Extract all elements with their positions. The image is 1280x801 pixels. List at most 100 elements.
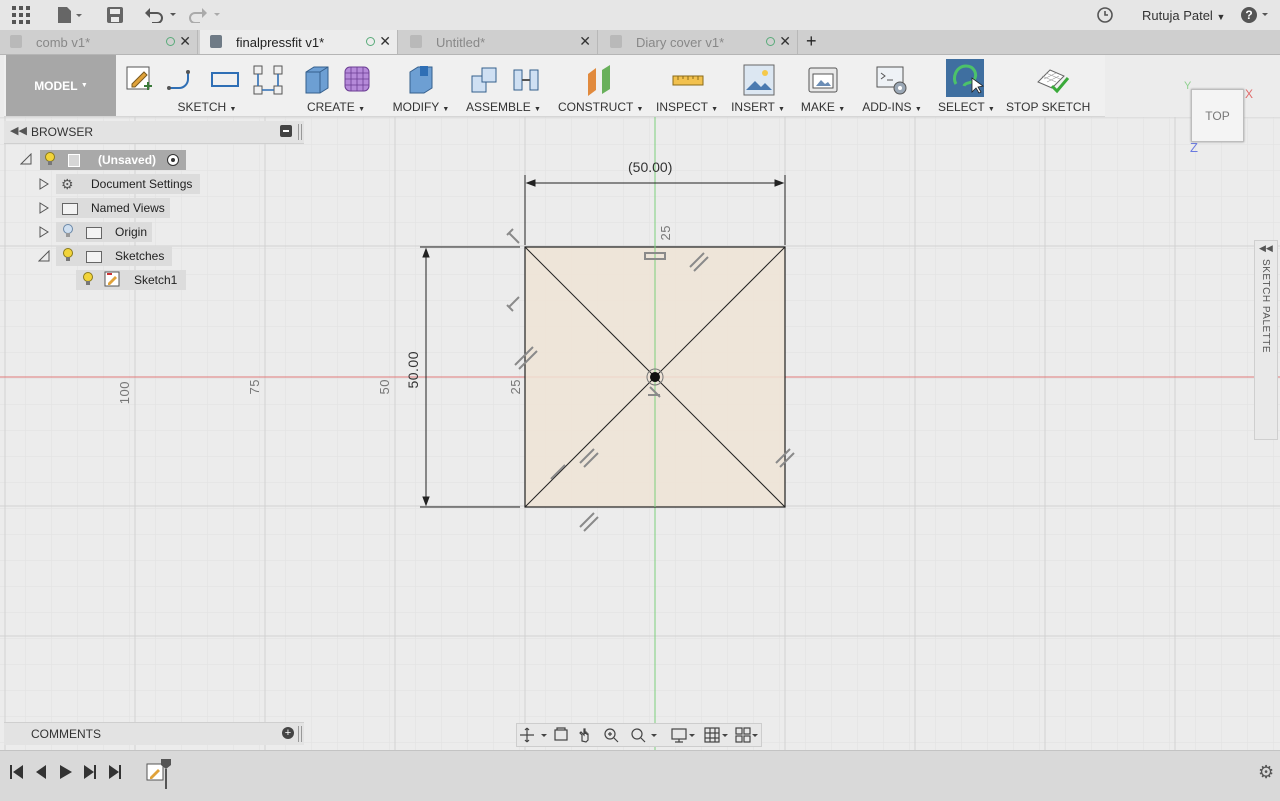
expand-triangle-icon[interactable] xyxy=(38,178,50,193)
help-icon[interactable]: ? xyxy=(1240,5,1270,25)
offset-plane-icon[interactable] xyxy=(584,64,614,96)
minimize-panel-icon[interactable] xyxy=(280,125,292,137)
go-to-start-icon[interactable] xyxy=(8,761,26,785)
joint-icon[interactable] xyxy=(510,64,540,94)
tab-label: Diary cover v1* xyxy=(636,34,725,50)
sketch-dimension-icon[interactable] xyxy=(252,64,283,95)
rectangle-icon[interactable] xyxy=(210,64,240,94)
gear-icon[interactable]: ⚙ xyxy=(1258,762,1274,783)
display-settings-icon[interactable] xyxy=(669,724,697,746)
close-icon[interactable]: ✕ xyxy=(779,33,791,50)
lightbulb-icon[interactable] xyxy=(62,247,74,265)
inspect-menu[interactable]: INSPECT ▼ xyxy=(656,100,719,114)
chevron-down-icon: ▼ xyxy=(711,106,719,113)
tab-diary-cover[interactable]: Diary cover v1* ✕ xyxy=(600,30,798,54)
browser-item-sketch1[interactable]: Sketch1 xyxy=(76,270,186,290)
new-tab-button[interactable]: + xyxy=(806,31,817,52)
browser-title: BROWSER xyxy=(31,125,94,139)
form-icon[interactable] xyxy=(342,64,372,94)
insert-label: INSERT xyxy=(731,100,775,114)
lightbulb-icon[interactable] xyxy=(44,151,56,169)
collapse-panel-icon[interactable]: ◀◀ xyxy=(10,124,27,137)
lightbulb-icon[interactable] xyxy=(82,271,94,289)
panel-grip-icon[interactable] xyxy=(298,124,302,140)
expand-panel-icon[interactable]: ◀◀ xyxy=(1259,243,1273,254)
svg-text:?: ? xyxy=(1245,8,1252,22)
grid-settings-icon[interactable] xyxy=(703,724,731,746)
modify-group: MODIFY ▼ xyxy=(392,55,450,116)
sketch-palette-collapsed[interactable]: ◀◀ SKETCH PALETTE xyxy=(1254,240,1278,440)
play-icon[interactable] xyxy=(58,761,76,785)
construct-menu[interactable]: CONSTRUCT ▼ xyxy=(558,100,643,114)
3d-print-icon[interactable] xyxy=(807,64,838,94)
tab-untitled[interactable]: Untitled* ✕ xyxy=(400,30,598,54)
assemble-menu[interactable]: ASSEMBLE ▼ xyxy=(466,100,541,114)
step-forward-icon[interactable] xyxy=(82,761,100,785)
dimension-value-top[interactable]: (50.00) xyxy=(628,159,672,175)
clock-icon[interactable] xyxy=(1096,5,1114,25)
look-at-icon[interactable] xyxy=(553,724,571,746)
line-icon[interactable] xyxy=(166,64,196,94)
user-menu[interactable]: Rutuja Patel ▼ xyxy=(1142,8,1225,23)
create-sketch-icon[interactable] xyxy=(124,64,154,94)
expand-triangle-icon[interactable] xyxy=(38,202,50,217)
browser-item-sketches[interactable]: Sketches xyxy=(56,246,172,266)
zoom-icon[interactable] xyxy=(603,724,621,746)
file-icon[interactable] xyxy=(56,5,84,25)
redo-icon[interactable] xyxy=(188,5,222,25)
viewcube[interactable]: Y X Z TOP xyxy=(1182,80,1262,160)
lightbulb-off-icon[interactable] xyxy=(62,223,74,241)
document-icon xyxy=(210,35,222,48)
pan-hand-icon[interactable] xyxy=(577,724,593,746)
browser-item-document-settings[interactable]: ⚙ Document Settings xyxy=(56,174,200,194)
viewports-icon[interactable] xyxy=(733,724,761,746)
sketch-menu[interactable]: SKETCH ▼ xyxy=(122,100,292,114)
add-comment-icon[interactable]: + xyxy=(282,727,294,739)
timeline-marker[interactable] xyxy=(161,759,171,789)
document-icon xyxy=(610,35,622,48)
close-icon[interactable]: ✕ xyxy=(179,33,191,50)
insert-menu[interactable]: INSERT ▼ xyxy=(730,100,786,114)
panel-grip-icon[interactable] xyxy=(298,726,302,742)
expanded-triangle-icon[interactable] xyxy=(19,152,32,165)
close-icon[interactable]: ✕ xyxy=(579,33,591,50)
sketch-canvas[interactable]: (50.00) 50.00 100 75 50 25 25 xyxy=(0,117,1280,750)
save-icon[interactable] xyxy=(106,5,124,25)
select-menu[interactable]: SELECT ▼ xyxy=(938,100,995,114)
select-tool-icon[interactable] xyxy=(950,62,984,94)
browser-item-origin[interactable]: Origin xyxy=(56,222,152,242)
center-point[interactable] xyxy=(650,372,660,382)
insert-image-icon[interactable] xyxy=(743,64,775,96)
addins-menu[interactable]: ADD-INS ▼ xyxy=(862,100,922,114)
chevron-down-icon: ▼ xyxy=(358,106,366,113)
modify-menu[interactable]: MODIFY ▼ xyxy=(392,100,450,114)
go-to-end-icon[interactable] xyxy=(107,761,125,785)
tab-comb[interactable]: comb v1* ✕ xyxy=(0,30,198,54)
press-pull-icon[interactable] xyxy=(406,64,436,94)
workspace-switcher[interactable]: MODEL ▼ xyxy=(6,55,116,116)
dimension-value-left[interactable]: 50.00 xyxy=(405,351,421,389)
browser-item-named-views[interactable]: Named Views xyxy=(56,198,170,218)
undo-icon[interactable] xyxy=(144,5,178,25)
create-menu[interactable]: CREATE ▼ xyxy=(298,100,374,114)
measure-icon[interactable] xyxy=(672,64,704,94)
activate-component-icon[interactable] xyxy=(167,154,179,166)
expand-triangle-icon[interactable] xyxy=(38,226,50,241)
orbit-icon[interactable] xyxy=(517,724,549,746)
comments-panel: COMMENTS + xyxy=(4,722,304,745)
browser-root-node[interactable]: (Unsaved) xyxy=(40,150,186,170)
extrude-icon[interactable] xyxy=(302,64,332,94)
viewcube-face-top[interactable]: TOP xyxy=(1191,89,1244,142)
expanded-triangle-icon[interactable] xyxy=(37,249,50,265)
zoom-window-icon[interactable] xyxy=(629,724,659,746)
browser-item-label: Document Settings xyxy=(91,177,193,191)
close-icon[interactable]: ✕ xyxy=(379,33,391,50)
stop-sketch-icon[interactable] xyxy=(1036,64,1070,94)
stop-sketch-button[interactable]: STOP SKETCH xyxy=(1006,100,1090,114)
new-component-icon[interactable] xyxy=(468,64,498,94)
tab-finalpressfit[interactable]: finalpressfit v1* ✕ xyxy=(200,30,398,54)
step-back-icon[interactable] xyxy=(33,761,51,785)
grid-apps-icon[interactable] xyxy=(10,5,32,25)
make-menu[interactable]: MAKE ▼ xyxy=(800,100,846,114)
scripts-addins-icon[interactable] xyxy=(876,64,907,95)
